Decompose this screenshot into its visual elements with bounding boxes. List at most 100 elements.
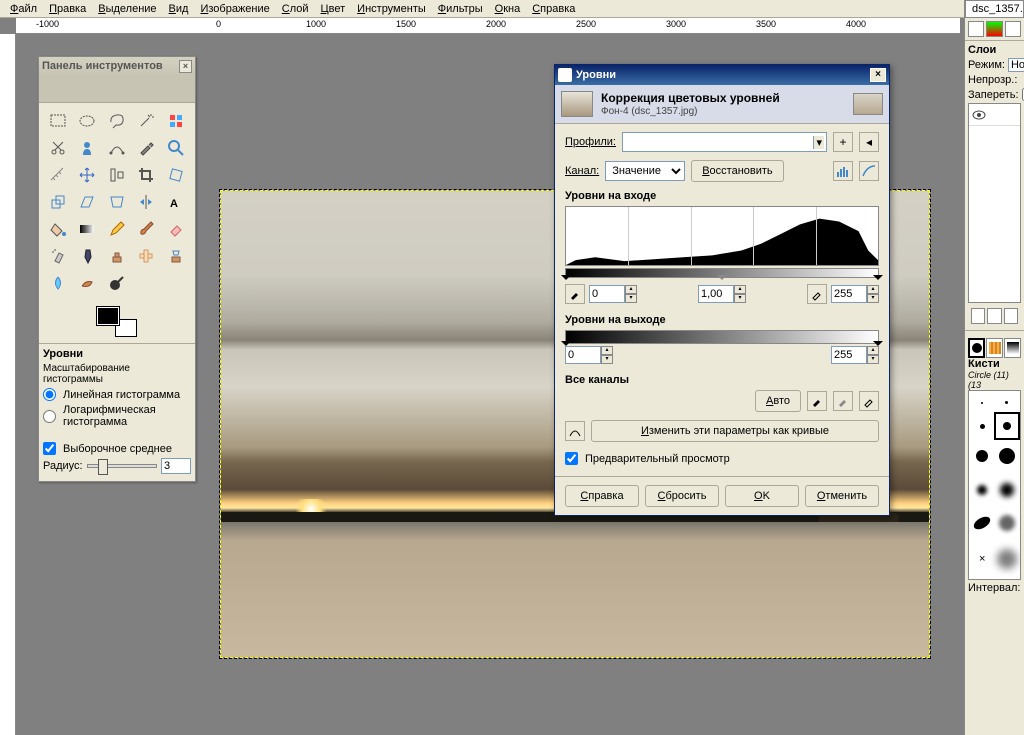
menu-color[interactable]: Цвет [315,1,352,17]
menu-layer[interactable]: Слой [276,1,315,17]
menu-edit[interactable]: Правка [43,1,92,17]
color-select-tool[interactable] [163,109,189,133]
mode-select[interactable]: Нор [1008,58,1024,72]
reset-button[interactable]: Сбросить [645,485,719,507]
scissors-tool[interactable] [45,136,71,160]
profile-combo[interactable] [622,132,827,152]
lasso-tool[interactable] [104,109,130,133]
linear-histogram-radio[interactable] [43,388,56,401]
measure-tool[interactable] [45,163,71,187]
out-black-slider[interactable] [561,341,571,351]
layers-list[interactable] [968,103,1021,303]
close-icon[interactable]: × [870,68,886,82]
histogram[interactable] [565,206,879,266]
close-icon[interactable]: × [179,60,192,73]
blend-tool[interactable] [74,217,100,241]
crop-tool[interactable] [133,163,159,187]
input-low-field[interactable] [589,285,625,303]
black-point-slider[interactable] [561,275,571,285]
dodge-tool[interactable] [104,271,130,295]
scale-tool[interactable] [45,190,71,214]
edit-as-curves-button[interactable]: Изменить эти параметры как кривые [591,420,879,442]
channels-tab-icon[interactable] [986,21,1002,37]
ellipse-select-tool[interactable] [74,109,100,133]
radius-slider[interactable] [87,464,157,468]
document-tab[interactable]: dsc_1357. [965,0,1024,18]
add-profile-icon[interactable]: + [833,132,853,152]
foreground-color[interactable] [97,307,119,325]
perspective-tool[interactable] [104,190,130,214]
eraser-tool[interactable] [163,217,189,241]
flip-tool[interactable] [133,190,159,214]
toolbox-titlebar[interactable]: Панель инструментов × [39,57,195,75]
rotate-tool[interactable] [163,163,189,187]
heal-tool[interactable] [133,244,159,268]
shear-tool[interactable] [74,190,100,214]
curves-icon[interactable] [565,421,585,441]
reset-channel-button[interactable]: Восстановить [691,160,783,182]
menu-file[interactable]: Файл [4,1,43,17]
paths-tool[interactable] [104,136,130,160]
output-gradient[interactable] [565,330,879,344]
menu-help[interactable]: Справка [526,1,581,17]
rect-select-tool[interactable] [45,109,71,133]
input-high-field[interactable] [831,285,867,303]
smudge-tool[interactable] [74,271,100,295]
menu-tools[interactable]: Инструменты [351,1,432,17]
airbrush-tool[interactable] [45,244,71,268]
pattern-tab-icon[interactable] [986,338,1003,358]
paths-tab-icon[interactable] [1005,21,1021,37]
input-gradient[interactable] [565,268,879,278]
help-button[interactable]: Справка [565,485,639,507]
pencil-tool[interactable] [104,217,130,241]
lower-layer-icon[interactable] [1004,308,1018,324]
align-tool[interactable] [104,163,130,187]
radius-input[interactable] [161,458,191,474]
perspective-clone-tool[interactable] [163,244,189,268]
channel-select[interactable]: Значение [605,161,685,181]
eye-icon[interactable] [972,109,986,121]
color-picker-tool[interactable] [133,136,159,160]
white-eyedropper-icon[interactable] [807,284,827,304]
gradient-tab-icon[interactable] [1004,338,1021,358]
brush-tab-icon[interactable] [968,338,985,358]
layers-tab-icon[interactable] [968,21,984,37]
menu-image[interactable]: Изображение [194,1,275,17]
pick-white-icon[interactable] [859,391,879,411]
output-high-field[interactable] [831,346,867,364]
sample-average-check[interactable] [43,442,56,455]
brush-grid[interactable]: × [968,390,1021,580]
move-tool[interactable] [74,163,100,187]
menu-select[interactable]: Выделение [92,1,162,17]
foreground-select-tool[interactable] [74,136,100,160]
black-eyedropper-icon[interactable] [565,284,585,304]
blur-tool[interactable] [45,271,71,295]
cancel-button[interactable]: Отменить [805,485,879,507]
log-histogram-radio[interactable] [43,410,56,423]
menu-view[interactable]: Вид [163,1,195,17]
ink-tool[interactable] [74,244,100,268]
gamma-slider[interactable] [717,275,727,285]
auto-button[interactable]: Авто [755,390,801,412]
pick-gray-icon[interactable] [833,391,853,411]
out-white-slider[interactable] [873,341,883,351]
white-point-slider[interactable] [873,275,883,285]
preview-check[interactable] [565,452,578,465]
menu-filters[interactable]: Фильтры [432,1,489,17]
new-layer-icon[interactable] [971,308,985,324]
raise-layer-icon[interactable] [987,308,1001,324]
layer-row[interactable] [969,104,1020,126]
dialog-titlebar[interactable]: Уровни × [555,65,889,85]
bucket-tool[interactable] [45,217,71,241]
ok-button[interactable]: OK [725,485,799,507]
log-hist-icon[interactable] [859,161,879,181]
clone-tool[interactable] [104,244,130,268]
text-tool[interactable]: A [163,190,189,214]
reset-profile-icon[interactable]: ◂ [859,132,879,152]
pick-black-icon[interactable] [807,391,827,411]
input-gamma-field[interactable] [698,285,734,303]
menu-windows[interactable]: Окна [489,1,527,17]
brush-tool[interactable] [133,217,159,241]
linear-hist-icon[interactable] [833,161,853,181]
zoom-tool[interactable] [163,136,189,160]
